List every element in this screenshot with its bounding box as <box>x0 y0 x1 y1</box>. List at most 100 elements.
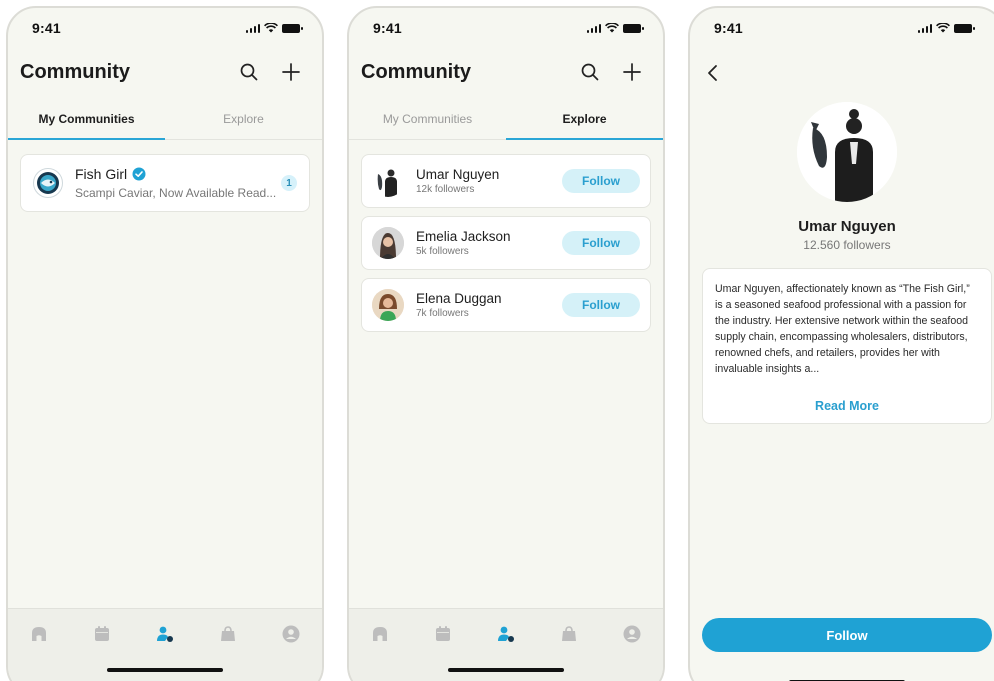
search-button[interactable] <box>238 61 260 83</box>
battery-icon <box>623 23 644 33</box>
battery-icon <box>954 23 975 33</box>
home-indicator <box>448 668 564 672</box>
read-more-link[interactable]: Read More <box>715 399 979 413</box>
avatar <box>372 227 404 259</box>
follow-button[interactable]: Follow <box>562 293 640 317</box>
nav-community[interactable] <box>495 623 517 645</box>
shopping-bag-icon <box>221 626 235 641</box>
nav-community[interactable] <box>154 623 176 645</box>
screen-explore: 9:41 Community My Communities Explore Um… <box>347 6 665 681</box>
page-title: Community <box>361 60 471 83</box>
status-time: 9:41 <box>714 20 743 36</box>
globe-fish-icon <box>37 172 59 194</box>
community-name: Fish Girl <box>75 166 128 182</box>
tab-explore[interactable]: Explore <box>506 108 663 140</box>
search-icon <box>240 63 258 81</box>
status-time: 9:41 <box>373 20 402 36</box>
nav-home[interactable] <box>369 623 391 645</box>
signal-icon <box>917 23 932 33</box>
profile-avatar <box>797 102 897 202</box>
add-button[interactable] <box>621 61 643 83</box>
plus-icon <box>282 63 300 81</box>
avatar <box>372 289 404 321</box>
calendar-icon <box>436 626 450 641</box>
tab-explore[interactable]: Explore <box>165 108 322 139</box>
home-icon <box>373 627 387 641</box>
user-followers: 12k followers <box>416 184 475 195</box>
nav-calendar[interactable] <box>91 623 113 645</box>
status-bar: 9:41 <box>32 18 303 38</box>
profile-icon <box>623 625 641 643</box>
person-with-fish-icon <box>797 102 897 202</box>
follow-button[interactable]: Follow <box>562 169 640 193</box>
home-icon <box>32 627 46 641</box>
unread-badge: 1 <box>281 175 297 191</box>
user-name: Umar Nguyen <box>416 167 500 182</box>
community-item[interactable]: Fish Girl Scampi Caviar, Now Available R… <box>20 154 310 212</box>
plus-icon <box>623 63 641 81</box>
page-header: Community <box>20 58 310 86</box>
status-bar: 9:41 <box>373 18 644 38</box>
person-chef-icon <box>372 289 404 321</box>
community-icon <box>157 626 173 642</box>
user-text: Elena Duggan 7k followers <box>416 291 562 319</box>
tab-my-communities[interactable]: My Communities <box>8 108 165 140</box>
bottom-nav <box>8 608 322 681</box>
follow-button[interactable]: Follow <box>562 231 640 255</box>
system-icons <box>245 23 303 33</box>
home-indicator <box>107 668 223 672</box>
profile-followers: 12.560 followers <box>803 238 891 252</box>
nav-profile[interactable] <box>621 623 643 645</box>
community-last-message: Scampi Caviar, Now Available Read... <box>75 186 277 200</box>
nav-home[interactable] <box>28 623 50 645</box>
user-followers: 7k followers <box>416 308 469 319</box>
follow-button[interactable]: Follow <box>702 618 992 652</box>
search-icon <box>581 63 599 81</box>
chevron-left-icon <box>708 65 717 81</box>
bio-text: Umar Nguyen, affectionately known as “Th… <box>715 283 970 375</box>
bottom-nav <box>349 608 663 681</box>
nav-shop[interactable] <box>558 623 580 645</box>
tab-my-communities[interactable]: My Communities <box>349 108 506 139</box>
search-button[interactable] <box>579 61 601 83</box>
nav-profile[interactable] <box>280 623 302 645</box>
community-logo <box>33 168 63 198</box>
tab-bar: My Communities Explore <box>349 108 663 140</box>
add-button[interactable] <box>280 61 302 83</box>
user-item-umar[interactable]: Umar Nguyen 12k followers Follow <box>361 154 651 208</box>
screen-my-communities: 9:41 Community My Communities Explore Fi… <box>6 6 324 681</box>
status-time: 9:41 <box>32 20 61 36</box>
user-name: Elena Duggan <box>416 291 502 306</box>
user-item-emelia[interactable]: Emelia Jackson 5k followers Follow <box>361 216 651 270</box>
page-header: Community <box>361 58 651 86</box>
header-actions <box>579 61 643 83</box>
profile-icon <box>282 625 300 643</box>
tab-bar: My Communities Explore <box>8 108 322 140</box>
verified-icon <box>132 167 146 181</box>
signal-icon <box>586 23 601 33</box>
nav-calendar[interactable] <box>432 623 454 645</box>
user-name: Emelia Jackson <box>416 229 511 244</box>
signal-icon <box>245 23 260 33</box>
system-icons <box>917 23 975 33</box>
screen-profile: 9:41 Umar Nguyen 12.560 followers Umar N… <box>688 6 994 681</box>
calendar-icon <box>95 626 109 641</box>
wifi-icon <box>936 23 950 33</box>
profile-name: Umar Nguyen <box>798 218 896 235</box>
avatar <box>372 165 404 197</box>
wifi-icon <box>605 23 619 33</box>
person-portrait-icon <box>372 227 404 259</box>
wifi-icon <box>264 23 278 33</box>
user-text: Emelia Jackson 5k followers <box>416 229 562 257</box>
community-name-row: Fish Girl <box>75 166 281 182</box>
header-actions <box>238 61 302 83</box>
back-button[interactable] <box>704 62 722 84</box>
nav-shop[interactable] <box>217 623 239 645</box>
user-text: Umar Nguyen 12k followers <box>416 167 562 195</box>
person-with-fish-icon <box>377 169 397 197</box>
user-item-elena[interactable]: Elena Duggan 7k followers Follow <box>361 278 651 332</box>
page-title: Community <box>20 60 130 83</box>
community-icon <box>498 626 514 642</box>
battery-icon <box>282 23 303 33</box>
user-followers: 5k followers <box>416 246 469 257</box>
